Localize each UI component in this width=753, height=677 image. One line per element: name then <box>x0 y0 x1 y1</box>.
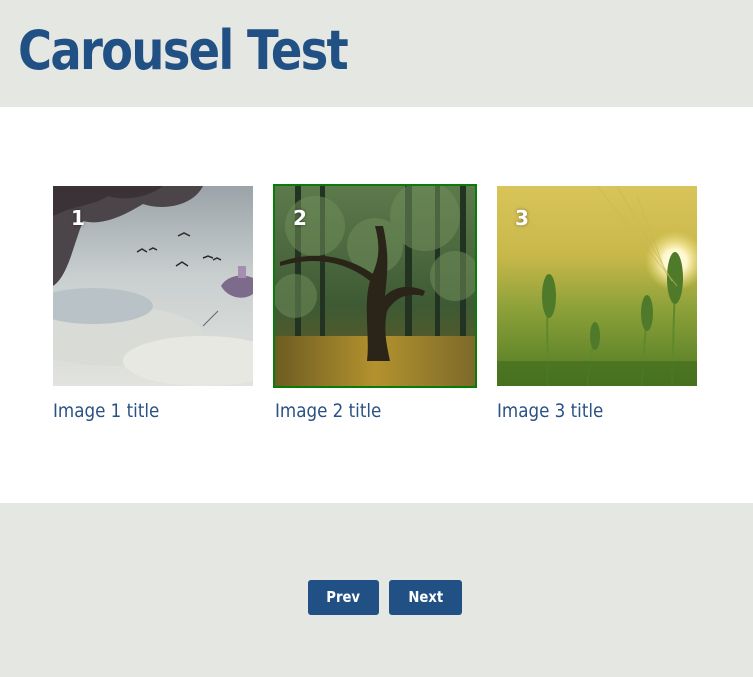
slide-number: 3 <box>515 206 529 230</box>
carousel: 1 Image 1 title 2 Image 2 title 3 Image … <box>0 107 753 503</box>
slide-image[interactable]: 3 <box>497 186 697 386</box>
prev-button-label: Prev <box>326 588 361 606</box>
slide-image[interactable]: 1 <box>53 186 253 386</box>
next-button[interactable]: Next <box>389 580 462 615</box>
carousel-slide-active[interactable]: 2 Image 2 title <box>273 184 477 422</box>
slide-number: 1 <box>71 206 85 230</box>
slide-title[interactable]: Image 1 title <box>53 400 159 422</box>
carousel-slide[interactable]: 1 Image 1 title <box>53 186 253 422</box>
slide-title[interactable]: Image 2 title <box>275 400 381 422</box>
prev-button[interactable]: Prev <box>308 580 379 615</box>
slide-image[interactable]: 2 <box>273 184 477 388</box>
carousel-slide[interactable]: 3 Image 3 title <box>497 186 697 422</box>
slide-number: 2 <box>293 206 307 230</box>
slide-title[interactable]: Image 3 title <box>497 400 603 422</box>
page-title: Carousel Test <box>18 19 349 82</box>
header: Carousel Test <box>0 0 753 107</box>
next-button-label: Next <box>408 588 443 606</box>
footer: Prev Next <box>0 503 753 677</box>
